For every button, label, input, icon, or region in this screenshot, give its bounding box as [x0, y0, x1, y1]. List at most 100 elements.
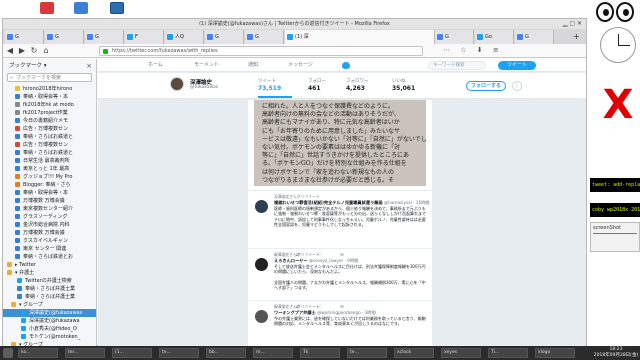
browser-tab[interactable]: G — [85, 30, 124, 44]
follow-button[interactable]: フォローする — [466, 81, 506, 91]
bookmark-item[interactable]: グッジョブ!!! My Pro — [3, 173, 96, 181]
taskbar-task[interactable]: Tk — [300, 348, 340, 358]
bookmark-item[interactable]: 奉納・取得会等・本 — [3, 189, 96, 197]
bookmark-item[interactable]: fk2017project作業 — [3, 109, 96, 117]
bookmark-item[interactable]: ▾ グループ — [3, 301, 96, 309]
more-options-button[interactable]: ⋮ — [512, 81, 522, 91]
bookmark-item[interactable]: fk2018年hk at modo — [3, 101, 96, 109]
bookmark-item[interactable]: 奉納・さらばお鉄道と — [3, 133, 96, 141]
tweet-photo[interactable]: に相れた。人と人をつなぐ保護費などのように。 高齢者向けの無料の会などの活動はあり… — [254, 100, 426, 186]
window-controls[interactable]: ▁ ▢ ✕ — [563, 19, 582, 29]
browser-tab[interactable]: G — [45, 30, 84, 44]
browser-tab[interactable]: 人Q — [165, 30, 204, 44]
nav-messages[interactable]: メッセージ — [288, 59, 313, 72]
browser-tab[interactable]: Go — [475, 30, 514, 44]
stat-likes[interactable]: いいね 35,061 — [392, 79, 426, 93]
bookmark-item[interactable]: 奉納・さらばお鉄道と — [3, 149, 96, 157]
bookmark-item[interactable]: 奉納・さらば鉄道とお — [3, 253, 96, 261]
side-terminal-window[interactable]: tweet: add-replay-unq-il — [590, 178, 640, 192]
stat-followers[interactable]: フォロワー 4,263 — [346, 79, 380, 93]
bookmark-favicon-icon — [15, 102, 20, 107]
browser-tab[interactable]: G — [245, 30, 284, 44]
home-button[interactable]: ⌂ — [41, 45, 51, 57]
taskbar-task[interactable]: te... — [159, 348, 199, 358]
browser-tab[interactable]: G — [435, 30, 474, 44]
bookmark-item[interactable]: 東京とっと 1年 最高 — [3, 165, 96, 173]
bookmark-label: 金沢市総合病院 内科 — [23, 222, 70, 228]
bookmark-item[interactable]: 日常生活 最高裁判所 — [3, 157, 96, 165]
bookmark-item[interactable]: ▾ 弁護士 — [3, 269, 96, 277]
bookmark-item[interactable]: hirono2018年hirono — [3, 85, 96, 93]
tweet-item[interactable]: 深澤諭史さんがリツイート えろきんローヤー @erosyo_lawyer · 9時… — [248, 248, 432, 310]
back-button[interactable]: ◀ — [5, 45, 15, 57]
terminal-icon[interactable] — [110, 2, 124, 14]
taskbar-task[interactable]: Ti... — [488, 348, 528, 358]
stat-tweets[interactable]: ツイート 73,519 — [258, 79, 292, 98]
screenshot-window[interactable]: screenShot — [590, 222, 640, 252]
tweet-item[interactable]: 深澤諭史さんがリツイート ワーキングプア弁護士 @workingpoorbengo… — [248, 300, 432, 346]
start-menu-icon[interactable] — [3, 348, 13, 358]
nav-notifications[interactable]: 通知 — [248, 59, 258, 72]
tweet-item[interactable]: 深澤諭史さんがリツイート 複雑わいせつ罪復活(紹紹)完全テルノ児童職員試運ラ業画 … — [248, 190, 432, 258]
browser-tab[interactable]: G — [205, 30, 244, 44]
bookmark-label: 万博複数 万博会議 — [23, 198, 65, 204]
bookmark-item[interactable]: 万博複数 万博会議 — [3, 229, 96, 237]
bookmark-search-input[interactable]: ⌕ ブックマークを検索 — [7, 73, 92, 82]
bookmark-item[interactable]: ▸ Twitter — [3, 261, 96, 269]
taskbar-task[interactable]: xclock — [394, 348, 434, 358]
bookmark-item[interactable]: 深澤諭史(@fukazawa — [3, 317, 96, 325]
taskbar-task[interactable]: te... — [347, 348, 387, 358]
bookmark-item[interactable]: 広告・万博複数セン — [3, 125, 96, 133]
forward-button[interactable]: ▶ — [17, 45, 27, 57]
bookmark-item[interactable]: 万博複数 万博会議 — [3, 197, 96, 205]
red-app-icon[interactable] — [40, 2, 54, 14]
bookmark-item[interactable]: 今日の書籍紹介メモ — [3, 117, 96, 125]
stat-following[interactable]: フォロー 461 — [308, 79, 342, 93]
tweet-actions: ↩⇄ ♡ ✉ — [274, 339, 374, 345]
nav-home[interactable]: ホーム — [148, 59, 163, 72]
bookmark-item[interactable]: 奉納・さらば弁護士業 — [3, 293, 96, 301]
bookmark-item[interactable]: 奉納・さらば弁護士業 — [3, 285, 96, 293]
bookmark-item[interactable]: 深澤諭史(@fukazawas — [3, 309, 96, 317]
url-bar[interactable]: https://twitter.com/fukazawas/with_repli… — [99, 46, 423, 56]
avatar[interactable] — [170, 77, 184, 91]
taskbar-task[interactable]: m... — [253, 348, 293, 358]
bookmark-item[interactable]: Twitterの弁護士検索 — [3, 277, 96, 285]
bookmark-item[interactable]: 東京複数センター紹介 — [3, 205, 96, 213]
bookmark-item[interactable]: モトケン(@motoken_ — [3, 333, 96, 341]
tweet-timeline: に相れた。人と人をつなぐ保護費などのように。 高齢者向けの無料の会などの活動はあり… — [248, 100, 432, 346]
reload-button[interactable]: ↻ — [29, 45, 39, 57]
taskbar-task[interactable]: (1... — [112, 348, 152, 358]
bookmark-item[interactable]: 奉納・取得会等・本 — [3, 93, 96, 101]
taskbar-task[interactable]: bb... — [206, 348, 246, 358]
browser-tab[interactable]: F — [125, 30, 164, 44]
taskbar-task[interactable]: ko... — [18, 348, 58, 358]
bookmark-item[interactable]: クスカイベルギャン — [3, 237, 96, 245]
taskbar-task[interactable]: ter... — [65, 348, 105, 358]
close-icon[interactable]: × — [86, 59, 92, 73]
bookmark-item[interactable]: 小倉秀夫(@Hideo_O — [3, 325, 96, 333]
bookmark-search-placeholder: ブックマークを検索 — [16, 75, 62, 81]
bookmark-item[interactable]: Blogger: 奉納・さら — [3, 181, 96, 189]
avatar[interactable] — [255, 200, 268, 213]
twitter-search-input[interactable]: キーワード検索 — [428, 61, 486, 70]
bookmark-item[interactable]: 金沢市総合病院 内科 — [3, 221, 96, 229]
bookmark-item[interactable]: 東京 センター 関連 — [3, 245, 96, 253]
avatar[interactable] — [255, 310, 268, 323]
tweet-button[interactable]: ツイート — [498, 61, 536, 70]
browser-tab[interactable]: G — [5, 30, 44, 44]
bookmark-item[interactable]: グラスソーディング — [3, 213, 96, 221]
side-terminal-window-2[interactable]: coby wp2018x 2018-0 — [590, 203, 640, 217]
browser-tab[interactable]: G — [515, 30, 554, 44]
toolbar-icons[interactable]: ⋯ ☆ ⬇ ≡ — [443, 46, 583, 56]
sidebar-header[interactable]: ブックマーク ▾ × — [3, 59, 96, 73]
taskbar-task[interactable]: xlogo — [535, 348, 575, 358]
avatar[interactable] — [255, 258, 268, 271]
twitter-bird-icon[interactable] — [342, 62, 350, 69]
folder-icon[interactable] — [74, 2, 88, 14]
nav-moments[interactable]: モーメント — [194, 59, 219, 72]
taskbar-task[interactable]: xeyes — [441, 348, 481, 358]
new-tab-button[interactable]: + — [573, 30, 580, 44]
browser-tab[interactable]: (1) 深 — [285, 30, 435, 44]
bookmark-item[interactable]: 広告・万博複数セン — [3, 141, 96, 149]
